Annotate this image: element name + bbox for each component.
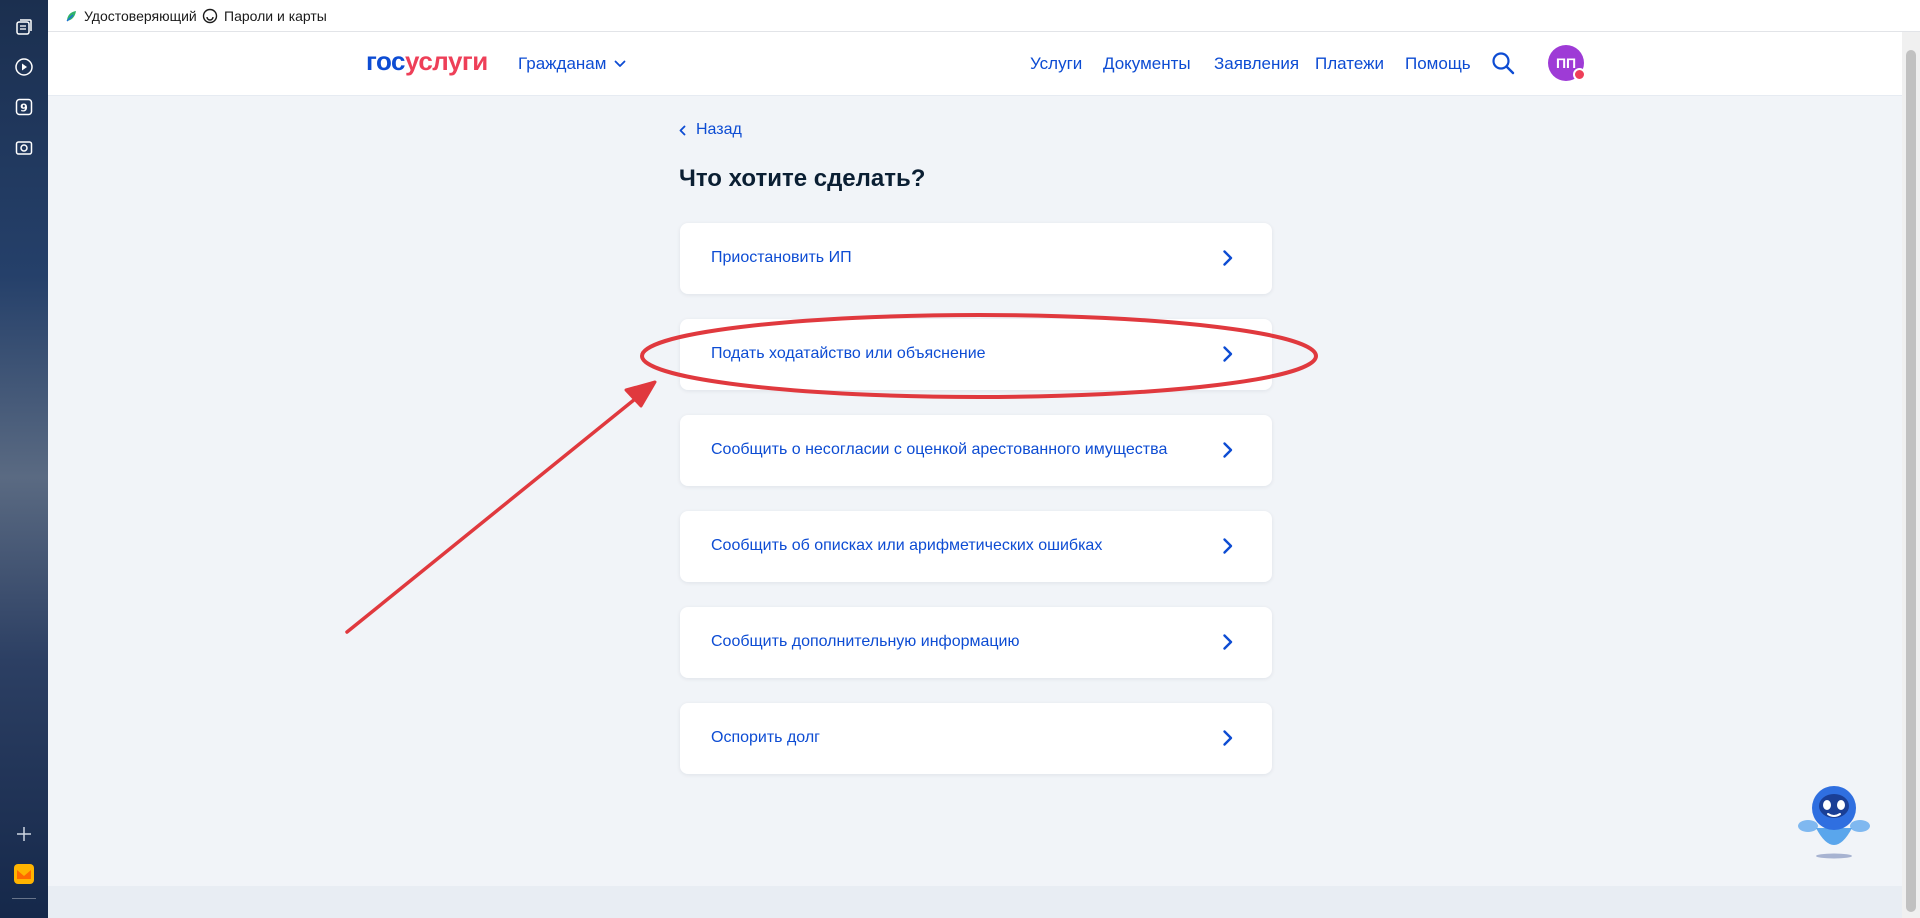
assistant-robot-icon[interactable] xyxy=(1792,776,1876,860)
option-dispute-debt[interactable]: Оспорить долг xyxy=(680,703,1272,774)
video-icon[interactable] xyxy=(14,57,34,77)
page-scrollbar[interactable] xyxy=(1902,32,1920,918)
gosuslugi-logo[interactable]: госуслуги xyxy=(366,46,488,77)
nav-help[interactable]: Помощь xyxy=(1405,54,1471,74)
options-list: Приостановить ИП Подать ходатайство или … xyxy=(680,223,1272,799)
chevron-right-icon xyxy=(1223,346,1233,362)
bookmarks-bar: Удостоверяющий Пароли и карты xyxy=(48,0,1920,32)
option-suspend-ip[interactable]: Приостановить ИП xyxy=(680,223,1272,294)
chevron-right-icon xyxy=(1223,442,1233,458)
audience-dropdown[interactable]: Гражданам xyxy=(518,54,626,74)
chevron-right-icon xyxy=(1223,250,1233,266)
browser-sidebar: 9 xyxy=(0,0,48,918)
scrollbar-thumb[interactable] xyxy=(1906,50,1916,912)
annotation-arrow-head xyxy=(624,380,657,408)
nav-payments[interactable]: Платежи xyxy=(1315,54,1384,74)
chevron-down-icon xyxy=(615,60,626,67)
nav-documents[interactable]: Документы xyxy=(1103,54,1191,74)
notification-dot xyxy=(1573,68,1586,81)
badge-9-icon[interactable]: 9 xyxy=(14,97,34,117)
nav-applications[interactable]: Заявления xyxy=(1214,54,1299,74)
option-report-errors[interactable]: Сообщить об описках или арифметических о… xyxy=(680,511,1272,582)
logo-part-uslugi: услуги xyxy=(405,46,488,76)
bookmark-item[interactable]: Удостоверяющий xyxy=(64,8,197,24)
bookmark-label: Пароли и карты xyxy=(224,8,327,24)
add-icon[interactable] xyxy=(14,824,34,844)
leaf-icon xyxy=(66,11,76,22)
svg-text:9: 9 xyxy=(20,102,28,115)
option-additional-info[interactable]: Сообщить дополнительную информацию xyxy=(680,607,1272,678)
screenshot-icon[interactable] xyxy=(14,138,34,158)
key-circle-icon xyxy=(202,8,218,24)
user-avatar[interactable]: ПП xyxy=(1548,45,1586,81)
option-label: Сообщить об описках или арифметических о… xyxy=(711,537,1103,554)
collections-icon[interactable] xyxy=(14,17,34,37)
option-label: Подать ходатайство или объяснение xyxy=(711,345,986,362)
back-link[interactable]: Назад xyxy=(679,121,742,139)
option-label: Сообщить о несогласии с оценкой арестова… xyxy=(711,441,1168,458)
mail-icon[interactable] xyxy=(13,863,35,885)
back-label: Назад xyxy=(696,121,742,138)
chevron-right-icon xyxy=(1223,730,1233,746)
annotation-arrow-shaft xyxy=(345,393,642,634)
avatar-initials: ПП xyxy=(1555,55,1577,71)
option-label: Приостановить ИП xyxy=(711,249,852,266)
option-petition[interactable]: Подать ходатайство или объяснение xyxy=(680,319,1272,390)
logo-part-gos: гос xyxy=(366,46,406,76)
option-label: Сообщить дополнительную информацию xyxy=(711,633,1020,650)
option-disagree-valuation[interactable]: Сообщить о несогласии с оценкой арестова… xyxy=(680,415,1272,486)
bookmark-label: Удостоверяющий xyxy=(84,8,197,24)
page-title: Что хотите сделать? xyxy=(679,165,926,192)
sidebar-divider xyxy=(12,898,36,899)
audience-label: Гражданам xyxy=(518,54,607,73)
chevron-left-icon xyxy=(679,125,686,135)
chevron-right-icon xyxy=(1223,538,1233,554)
nav-services[interactable]: Услуги xyxy=(1030,54,1082,74)
chevron-right-icon xyxy=(1223,634,1233,650)
option-label: Оспорить долг xyxy=(711,729,821,746)
search-icon[interactable] xyxy=(1490,50,1516,76)
bookmark-item[interactable]: Пароли и карты xyxy=(202,8,327,24)
site-header: госуслуги Гражданам Услуги Документы Зая… xyxy=(48,32,1902,96)
footer-strip xyxy=(48,886,1902,918)
